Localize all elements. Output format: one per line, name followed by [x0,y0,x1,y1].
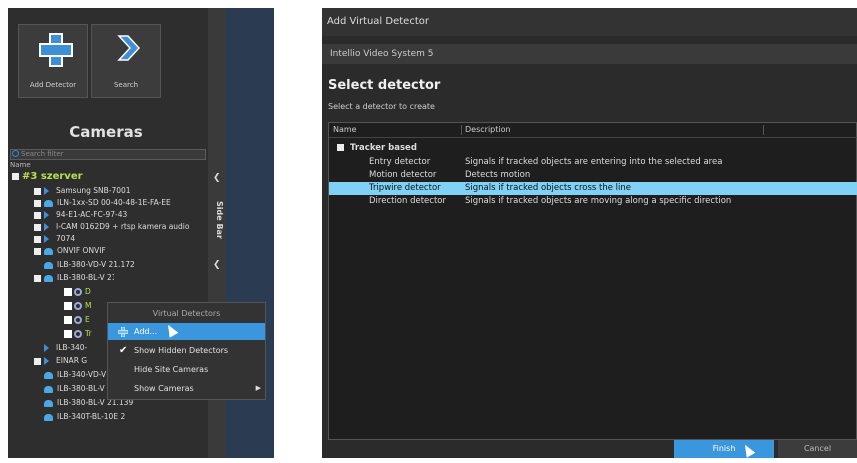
detector-icon [74,316,82,324]
tree-item-detector[interactable]: E [64,314,90,326]
search-label: Search [113,81,139,89]
add-virtual-detector-dialog: Add Virtual Detector Intellio Video Syst… [322,8,857,458]
detector-row[interactable]: Motion detector Detects motion [329,169,857,182]
side-bar-label: Side Bar [215,201,224,239]
detector-icon [74,330,82,338]
dome-camera-icon [44,413,53,421]
detector-icon [74,302,82,310]
tree-item-camera[interactable]: 94-E1-AC-FC-97-43 [34,209,127,221]
dome-camera-icon [44,199,53,207]
search-filter-input[interactable]: Search filter [10,149,206,160]
detector-row[interactable]: Entry detector Signals if tracked object… [329,156,857,169]
tree-item-detector[interactable]: M [64,300,91,312]
plus-icon [118,327,128,337]
tree-item-camera[interactable]: I-CAM 0162D9 + rtsp kamera audio [34,221,208,233]
menu-item-show-hidden-detectors[interactable]: ✔ Show Hidden Detectors [108,342,265,359]
dome-camera-icon [44,274,53,282]
collapse-icon [337,144,344,151]
tree-item-camera[interactable]: ILB-340T-BL-10E 2 [44,411,125,423]
ptz-camera-icon [44,211,49,219]
column-header-description[interactable]: Description [465,123,511,137]
dialog-footer: Finish Cancel [322,440,857,458]
detector-icon [74,288,82,296]
cancel-button[interactable]: Cancel [778,440,857,458]
tree-item-camera[interactable]: ILB-380-VD-V 21.172 [44,259,135,271]
tree-server[interactable]: #3 szerver [12,171,83,183]
add-detector-button[interactable]: Add Detector [18,24,88,98]
column-header-name[interactable]: Name [333,123,357,137]
menu-item-add[interactable]: Add... [108,323,265,340]
detector-table: Name Description Tracker based Entry det… [328,122,857,440]
context-menu: Virtual Detectors Add... ✔ Show Hidden D… [107,302,266,400]
ptz-camera-icon [44,344,49,352]
cameras-panel: Add Detector Search Cameras Search filte… [8,8,274,458]
detector-row[interactable]: Direction detector Signals if tracked ob… [329,195,857,208]
dome-camera-icon [44,399,53,407]
detector-row-selected[interactable]: Tripwire detector Signals if tracked obj… [329,182,857,195]
ptz-camera-icon [44,187,49,195]
submenu-arrow-icon: ▶ [255,384,261,392]
search-button[interactable]: Search [91,24,161,98]
tree-item-camera[interactable]: ILB-380-BL-V 21.188 [34,272,114,284]
tree-group-tracker-based[interactable]: Tracker based [329,142,857,155]
tree-item-camera[interactable]: EINAR G [34,355,87,367]
collapse-left-icon[interactable]: ❮ [213,173,221,183]
dialog-title: Add Virtual Detector [322,8,857,36]
panel-title: Cameras [69,123,143,141]
tree-item-camera[interactable]: Samsung SNB-7001 [34,185,131,197]
tree-item-camera[interactable]: ILB-340- [44,342,87,354]
context-menu-header: Virtual Detectors [152,309,221,318]
dialog-hint: Select a detector to create [328,102,435,111]
ptz-camera-icon [44,223,49,231]
search-icon [12,150,19,157]
expand-left-icon[interactable]: ❮ [213,260,221,270]
plus-icon [39,33,73,67]
tree-item-camera[interactable]: 7074 [34,233,75,245]
ptz-camera-icon [44,357,49,365]
dome-camera-icon [44,371,53,379]
collapse-icon [12,172,19,180]
menu-item-hide-site-cameras[interactable]: Hide Site Cameras [108,361,265,378]
tree-item-detector[interactable]: Tr [64,328,92,340]
dome-camera-icon [44,385,53,393]
dialog-heading: Select detector [328,78,441,93]
tree-item-detector[interactable]: D [64,286,91,298]
menu-item-show-cameras[interactable]: Show Cameras ▶ [108,380,265,397]
name-column-header[interactable]: Name [10,161,31,169]
add-detector-label: Add Detector [29,81,77,89]
tree-item-camera[interactable]: ILN-1xx-SD 00-40-48-1E-FA-EE [34,197,171,209]
ptz-camera-icon [44,235,49,243]
checkmark-icon: ✔ [119,345,128,356]
dome-camera-icon [44,247,53,255]
dialog-subtitle: Intellio Video System 5 [322,44,857,64]
finish-button[interactable]: Finish [674,440,774,458]
dome-camera-icon [44,261,53,269]
chevron-right-icon [117,35,140,61]
tree-item-camera[interactable]: ONVIF ONVIF [34,245,106,257]
